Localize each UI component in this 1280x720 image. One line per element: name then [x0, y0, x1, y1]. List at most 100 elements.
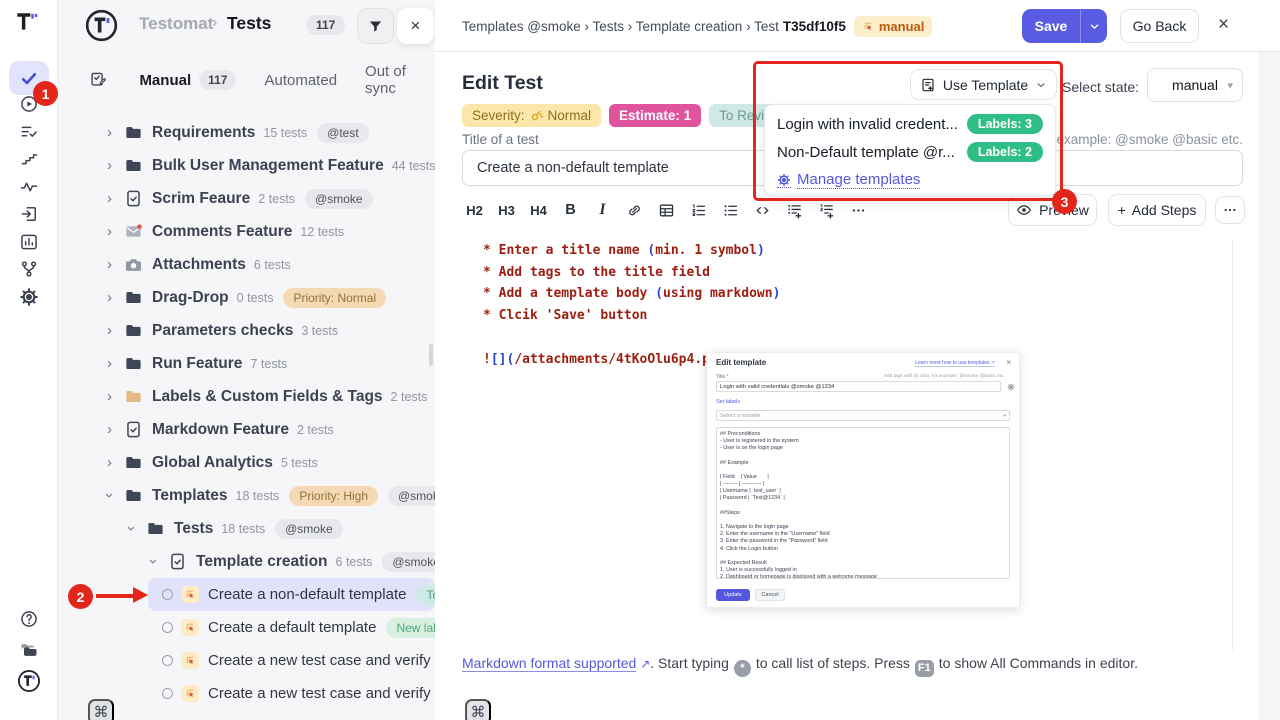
chevron-icon[interactable]: ›	[102, 388, 117, 405]
markdown-editor[interactable]: * Enter a title name (min. 1 symbol)* Ad…	[483, 240, 780, 370]
use-template-button[interactable]: Use Template	[910, 69, 1057, 100]
chevron-icon[interactable]: ›	[102, 124, 117, 141]
tree-folder-row[interactable]: ›Markdown Feature2 tests	[58, 413, 435, 446]
folder-icon	[124, 156, 143, 175]
tree-folder-row[interactable]: ›Tests18 tests@smoke	[58, 512, 435, 545]
tree-folder-row[interactable]: ›Scrim Feaure2 tests@smoke	[58, 182, 435, 215]
heading2-button[interactable]: H2	[462, 196, 487, 224]
test-status-circle-icon[interactable]	[162, 655, 173, 666]
chevron-icon[interactable]: ›	[102, 157, 117, 174]
breadcrumb-path[interactable]: Templates @smoke › Tests › Template crea…	[462, 19, 779, 34]
editor-command-palette-button[interactable]: ⌘	[465, 699, 491, 720]
tree-item-label: Global Analytics	[152, 454, 273, 472]
folder-icon	[124, 123, 143, 142]
chevron-icon[interactable]: ›	[102, 421, 117, 438]
annotation-step-2: 2	[68, 584, 93, 609]
tree-folder-row[interactable]: ›Global Analytics5 tests	[58, 446, 435, 479]
rail-library-button[interactable]	[9, 636, 49, 664]
library-icon	[19, 640, 39, 660]
table-button[interactable]	[654, 196, 679, 224]
chevron-icon[interactable]: ›	[102, 454, 117, 471]
ordered-list-button[interactable]	[686, 196, 711, 224]
tree-test-row[interactable]: Create a new test case and verify	[148, 644, 435, 677]
editor-more-button[interactable]	[1215, 196, 1245, 224]
tree-item-badge: @smoke	[388, 486, 435, 506]
markdown-help-link[interactable]: Markdown format supported	[462, 655, 636, 672]
tab-manual[interactable]: Manual117	[139, 70, 236, 90]
heading4-button[interactable]: H4	[526, 196, 551, 224]
tab-out-of-sync[interactable]: Out of sync	[365, 63, 435, 97]
go-back-button[interactable]: Go Back	[1120, 9, 1199, 43]
italic-button[interactable]: I	[590, 196, 615, 224]
tree-folder-row[interactable]: ›Drag-Drop0 testsPriority: Normal	[58, 281, 435, 314]
chevron-icon[interactable]: ›	[145, 554, 162, 569]
save-button[interactable]: Save	[1022, 9, 1080, 43]
template-menu-item[interactable]: Login with invalid credent...Labels: 3	[777, 110, 1043, 138]
chevron-icon[interactable]: ›	[102, 256, 117, 273]
doc-icon	[124, 420, 143, 439]
chevron-icon[interactable]: ›	[123, 521, 140, 536]
chevron-icon[interactable]: ›	[102, 190, 117, 207]
tree-test-row[interactable]: Create a new test case and verify	[148, 677, 435, 710]
tree-test-row[interactable]: Create a default templateNew label	[148, 611, 435, 644]
rail-logo-button[interactable]	[9, 667, 49, 695]
test-status-circle-icon[interactable]	[162, 622, 173, 633]
tree-folder-row[interactable]: ›Templates18 testsPriority: High@smoke	[58, 479, 435, 512]
add-steps-button[interactable]: +Add Steps	[1108, 194, 1206, 226]
chevron-icon[interactable]: ›	[102, 223, 117, 240]
link-button[interactable]	[622, 196, 647, 224]
code-button[interactable]	[750, 196, 775, 224]
tree-item-label: Create a new test case and verify	[208, 652, 431, 669]
rail-list-check-button[interactable]	[9, 118, 49, 146]
template-menu-item[interactable]: Non-Default template @r...Labels: 2	[777, 138, 1043, 166]
rail-branch-button[interactable]	[9, 255, 49, 283]
mini-gear-icon	[1007, 383, 1015, 391]
tree-test-row[interactable]: Create a non-default templateTo Review	[148, 578, 435, 611]
command-palette-button[interactable]: ⌘	[88, 699, 114, 720]
manual-test-icon	[182, 619, 199, 636]
tree-folder-row[interactable]: ›Requirements15 tests@test	[58, 116, 435, 149]
rail-gear-button[interactable]	[9, 283, 49, 311]
tree-item-badge: @smoke	[275, 519, 343, 539]
tree-folder-row[interactable]: ›Parameters checks3 tests	[58, 314, 435, 347]
bulk-select-icon[interactable]	[89, 70, 107, 90]
editor-close-button[interactable]: ×	[1218, 14, 1229, 36]
test-status-circle-icon[interactable]	[162, 589, 173, 600]
tree-item-label: Markdown Feature	[152, 421, 289, 439]
bold-button[interactable]: B	[558, 196, 583, 224]
state-select[interactable]: manual ▾	[1147, 68, 1243, 102]
add-bullet-steps-button[interactable]	[782, 196, 807, 224]
sidebar-scrollbar[interactable]	[429, 344, 433, 366]
more-formatting-button[interactable]	[846, 196, 871, 224]
heading3-button[interactable]: H3	[494, 196, 519, 224]
save-options-button[interactable]	[1080, 9, 1107, 43]
breadcrumb-project[interactable]: Testomat	[139, 14, 213, 34]
chevron-icon[interactable]: ›	[102, 322, 117, 339]
filter-button[interactable]	[357, 8, 394, 44]
rail-chart-button[interactable]	[9, 228, 49, 256]
tree-folder-row[interactable]: ›Bulk User Management Feature44 tests	[58, 149, 435, 182]
tree-folder-row[interactable]: ›Attachments6 tests	[58, 248, 435, 281]
sidebar-close-button[interactable]: ×	[397, 8, 434, 44]
rail-help-button[interactable]	[9, 605, 49, 633]
tree-item-label: Tests	[174, 520, 213, 538]
rail-pulse-button[interactable]	[9, 173, 49, 201]
tree-folder-row[interactable]: ›Comments Feature12 tests	[58, 215, 435, 248]
tree-folder-row[interactable]: ›Template creation6 tests@smoke	[58, 545, 435, 578]
test-status-circle-icon[interactable]	[162, 688, 173, 699]
chevron-icon[interactable]: ›	[102, 289, 117, 306]
manage-templates-link[interactable]: Manage templates	[777, 166, 1043, 194]
rail-steps-button[interactable]	[9, 145, 49, 173]
rail-import-button[interactable]	[9, 200, 49, 228]
tree-folder-row[interactable]: ›Run Feature7 tests	[58, 347, 435, 380]
unordered-list-button[interactable]	[718, 196, 743, 224]
chevron-icon[interactable]: ›	[101, 488, 118, 503]
chevron-icon[interactable]: ›	[102, 355, 117, 372]
manual-test-icon	[182, 652, 199, 669]
help-icon	[19, 609, 39, 629]
add-numbered-steps-button[interactable]	[814, 196, 839, 224]
tree-folder-row[interactable]: ›Labels & Custom Fields & Tags2 tests	[58, 380, 435, 413]
tab-automated[interactable]: Automated	[264, 72, 337, 89]
template-name: Non-Default template @r...	[777, 144, 955, 161]
breadcrumb-section[interactable]: Tests	[227, 13, 271, 34]
